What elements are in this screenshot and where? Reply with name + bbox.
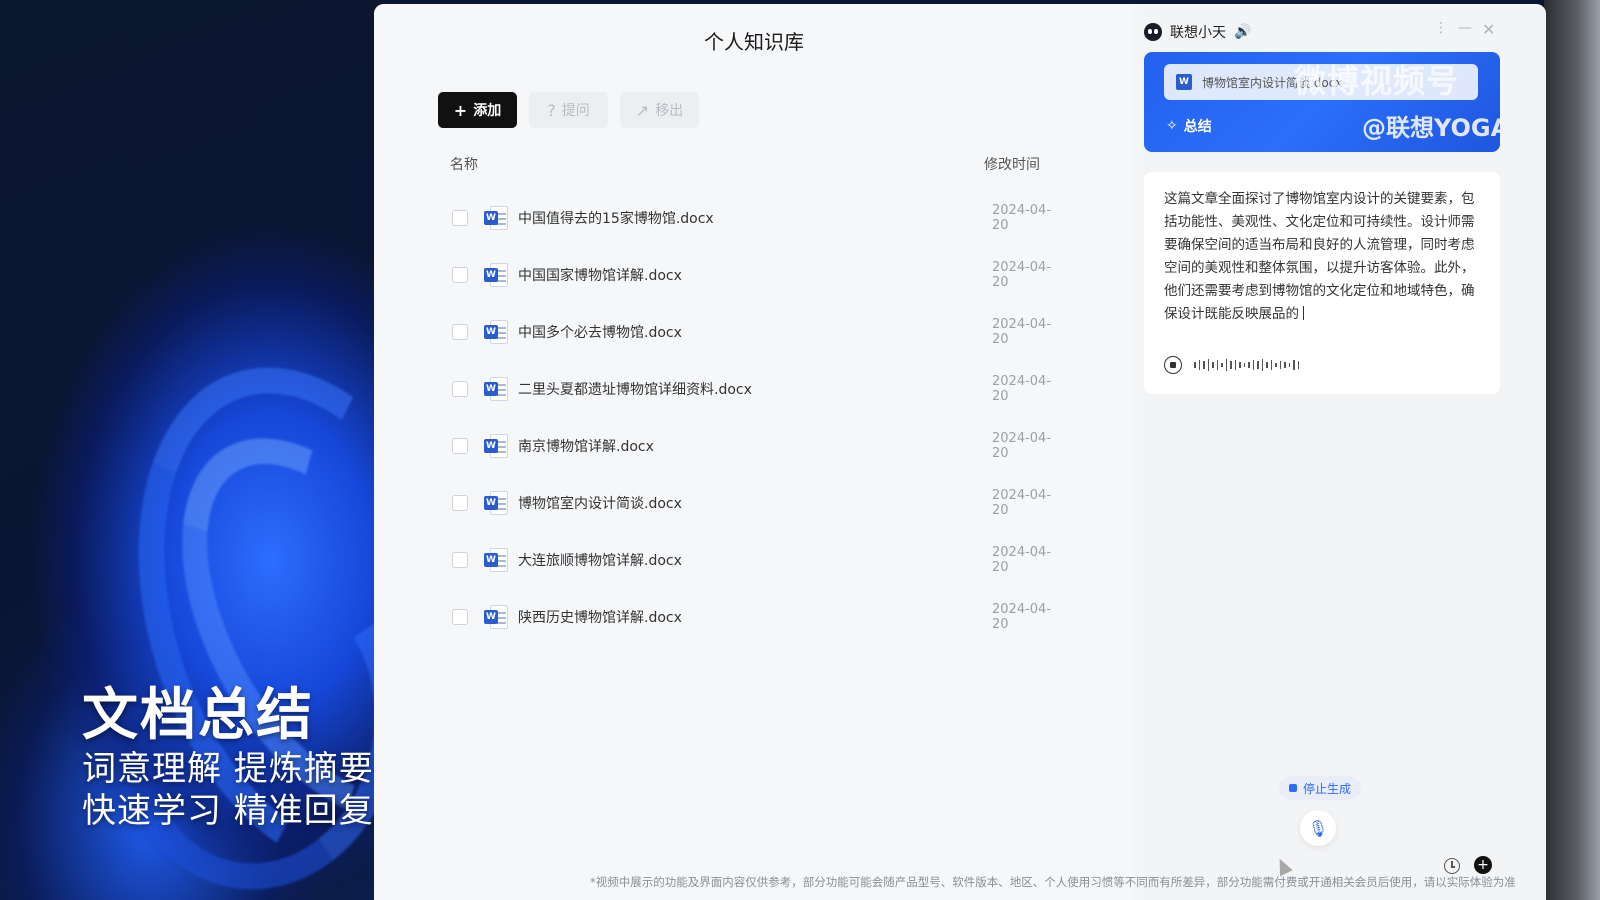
add-button[interactable]: + 添加	[438, 92, 517, 128]
remove-button-label: 移出	[655, 103, 684, 119]
stop-audio-icon[interactable]	[1164, 356, 1182, 374]
promo-title: 文档总结	[82, 683, 314, 748]
new-chat-icon[interactable]: +	[1474, 856, 1492, 874]
file-name: 二里头夏都遗址博物馆详细资料.docx	[518, 381, 752, 398]
waveform-icon	[1194, 359, 1299, 371]
row-checkbox[interactable]	[452, 266, 468, 283]
watermark: 微博视频号	[1294, 62, 1460, 100]
assistant-name: 联想小天	[1170, 25, 1226, 41]
ask-button[interactable]: ? 提问	[529, 92, 608, 128]
answer-text: 这篇文章全面探讨了博物馆室内设计的关键要素，包括功能性、美观性、文化定位和可持续…	[1164, 188, 1480, 326]
row-checkbox[interactable]	[452, 551, 468, 568]
column-header-modified[interactable]: 修改时间	[984, 154, 1040, 174]
row-checkbox[interactable]	[452, 494, 468, 511]
file-name: 中国值得去的15家博物馆.docx	[518, 210, 714, 227]
row-checkbox[interactable]	[452, 608, 468, 625]
table-row[interactable]: W 博物馆室内设计简谈.docx 2024-04-20	[452, 474, 1052, 531]
audio-playback	[1164, 356, 1299, 374]
row-checkbox[interactable]	[452, 323, 468, 340]
table-row[interactable]: W 中国值得去的15家博物馆.docx 2024-04-20	[452, 189, 1052, 246]
plus-icon: +	[453, 100, 468, 120]
promo-subtitle-1: 词意理解 提炼摘要	[82, 749, 374, 789]
file-name: 博物馆室内设计简谈.docx	[518, 495, 682, 512]
minimize-icon[interactable]: —	[1458, 20, 1472, 36]
knowledge-base-pane: 个人知识库 + 添加 ? 提问 ↗ 移出 名称 修改时间 W 中国值得去的15家…	[374, 4, 1134, 900]
file-name: 南京博物馆详解.docx	[518, 438, 654, 455]
word-doc-icon: W	[484, 604, 508, 629]
file-date: 2024-04-20	[992, 430, 1052, 461]
table-row[interactable]: W 二里头夏都遗址博物馆详细资料.docx 2024-04-20	[452, 360, 1052, 417]
file-name: 大连旅顺博物馆详解.docx	[518, 552, 682, 569]
file-date: 2024-04-20	[992, 202, 1052, 233]
file-date: 2024-04-20	[992, 316, 1052, 347]
answer-card: 这篇文章全面探讨了博物馆室内设计的关键要素，包括功能性、美观性、文化定位和可持续…	[1144, 172, 1500, 394]
file-list: W 中国值得去的15家博物馆.docx 2024-04-20 W 中国国家博物馆…	[452, 189, 1052, 645]
speaker-icon[interactable]: 🔊	[1234, 24, 1251, 40]
app-window: 个人知识库 + 添加 ? 提问 ↗ 移出 名称 修改时间 W 中国值得去的15家…	[374, 4, 1546, 900]
word-doc-icon: W	[1176, 74, 1192, 90]
file-date: 2024-04-20	[992, 487, 1052, 518]
sparkle-icon: ✧	[1166, 118, 1178, 134]
file-name: 陕西历史博物馆详解.docx	[518, 609, 682, 626]
table-row[interactable]: W 陕西历史博物馆详解.docx 2024-04-20	[452, 588, 1052, 645]
remove-button[interactable]: ↗ 移出	[620, 92, 699, 128]
promo-caption: 文档总结 词意理解 提炼摘要 快速学习 精准回复	[82, 684, 374, 832]
page-title: 个人知识库	[704, 30, 804, 54]
close-icon[interactable]: ✕	[1482, 20, 1495, 39]
word-doc-icon: W	[484, 433, 508, 458]
word-doc-icon: W	[484, 205, 508, 230]
word-doc-icon: W	[484, 490, 508, 515]
assistant-pane: 联想小天 🔊 ⋮ — ✕ W 博物馆室内设计简谈.docx ✧ 总结 微博视频号…	[1144, 4, 1546, 900]
file-date: 2024-04-20	[992, 373, 1052, 404]
word-doc-icon: W	[484, 319, 508, 344]
word-doc-icon: W	[484, 376, 508, 401]
answer-body: 这篇文章全面探讨了博物馆室内设计的关键要素，包括功能性、美观性、文化定位和可持续…	[1164, 191, 1475, 322]
history-icon[interactable]	[1444, 858, 1460, 874]
more-icon[interactable]: ⋮	[1434, 20, 1448, 36]
disclaimer-text: *视频中展示的功能及界面内容仅供参考，部分功能可能会随产品型号、软件版本、地区、…	[590, 875, 1516, 889]
row-checkbox[interactable]	[452, 380, 468, 397]
typing-cursor	[1303, 306, 1304, 320]
table-row[interactable]: W 中国多个必去博物馆.docx 2024-04-20	[452, 303, 1052, 360]
question-icon: ?	[547, 100, 556, 120]
summary-action[interactable]: ✧ 总结	[1166, 116, 1212, 136]
file-date: 2024-04-20	[992, 544, 1052, 575]
stop-generating-label: 停止生成	[1303, 781, 1352, 796]
table-row[interactable]: W 中国国家博物馆详解.docx 2024-04-20	[452, 246, 1052, 303]
column-header-name[interactable]: 名称	[450, 154, 478, 174]
table-row[interactable]: W 大连旅顺博物馆详解.docx 2024-04-20	[452, 531, 1052, 588]
table-row[interactable]: W 南京博物馆详解.docx 2024-04-20	[452, 417, 1052, 474]
summary-label: 总结	[1183, 119, 1212, 135]
microphone-button[interactable]: 🎙	[1300, 810, 1336, 846]
assistant-avatar	[1144, 23, 1162, 41]
file-name: 中国多个必去博物馆.docx	[518, 324, 682, 341]
kb-toolbar: + 添加 ? 提问 ↗ 移出	[438, 92, 699, 128]
word-doc-icon: W	[484, 262, 508, 287]
watermark-handle: @联想YOGA	[1362, 114, 1500, 142]
file-date: 2024-04-20	[992, 601, 1052, 632]
microphone-icon: 🎙	[1307, 818, 1329, 838]
summary-card: W 博物馆室内设计简谈.docx ✧ 总结 微博视频号 @联想YOGA	[1144, 52, 1500, 152]
export-icon: ↗	[635, 100, 650, 120]
file-date: 2024-04-20	[992, 259, 1052, 290]
stop-icon	[1289, 784, 1297, 792]
add-button-label: 添加	[473, 103, 502, 119]
row-checkbox[interactable]	[452, 437, 468, 454]
promo-subtitle-2: 快速学习 精准回复	[82, 791, 374, 831]
background-edge	[1544, 0, 1600, 900]
row-checkbox[interactable]	[452, 209, 468, 226]
word-doc-icon: W	[484, 547, 508, 572]
file-name: 中国国家博物馆详解.docx	[518, 267, 682, 284]
ask-button-label: 提问	[561, 103, 590, 119]
stop-generating-button[interactable]: 停止生成	[1279, 776, 1362, 800]
